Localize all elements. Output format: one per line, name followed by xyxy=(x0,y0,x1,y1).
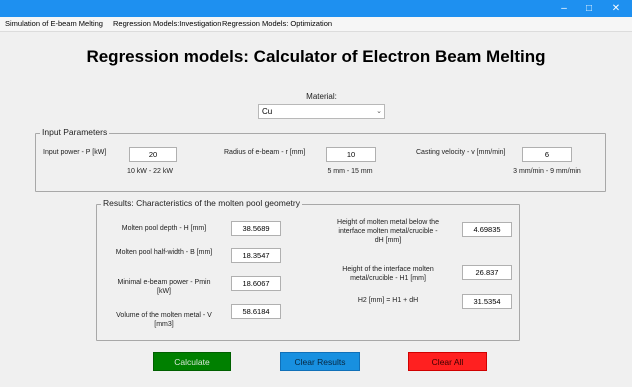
radius-label: Radius of e-beam - r [mm] xyxy=(224,149,306,156)
halfwidth-value: 18.3547 xyxy=(231,248,281,263)
dh-label-line2: interface molten metal/crucible - xyxy=(338,228,438,235)
volume-label-line1: Volume of the molten metal - V xyxy=(116,312,212,319)
close-button[interactable]: ✕ xyxy=(604,1,628,16)
input-parameters-title: Input Parameters xyxy=(40,127,110,137)
dh-value: 4.69835 xyxy=(462,222,512,237)
h1-label-line2: metal/crucible - H1 [mm] xyxy=(350,275,426,282)
maximize-icon: □ xyxy=(585,3,593,14)
radius-field[interactable]: 10 xyxy=(326,147,376,162)
halfwidth-label: Molten pool half-width - B [mm] xyxy=(115,249,213,256)
title-bar: – □ ✕ xyxy=(0,0,632,17)
menu-regression-optimization[interactable]: Regression Models: Optimization xyxy=(222,19,332,28)
minimize-button[interactable]: – xyxy=(552,1,576,16)
maximize-button[interactable]: □ xyxy=(577,1,601,16)
clear-results-button[interactable]: Clear Results xyxy=(280,352,360,371)
menu-bar: Simulation of E-beam Melting Regression … xyxy=(0,17,632,32)
clear-all-button[interactable]: Clear All xyxy=(408,352,487,371)
h2-value: 31.5354 xyxy=(462,294,512,309)
velocity-label: Casting velocity - v [mm/min] xyxy=(416,149,506,156)
volume-value: 58.6184 xyxy=(231,304,281,319)
close-icon: ✕ xyxy=(611,3,621,14)
dh-label-line1: Height of molten metal below the xyxy=(337,219,439,226)
depth-value: 38.5689 xyxy=(231,221,281,236)
h2-label: H2 [mm] = H1 + dH xyxy=(357,297,419,304)
velocity-field[interactable]: 6 xyxy=(522,147,572,162)
input-parameters-panel xyxy=(35,133,606,192)
input-power-range: 10 kW - 22 kW xyxy=(127,168,173,175)
input-power-field[interactable]: 20 xyxy=(129,147,177,162)
menu-simulation[interactable]: Simulation of E-beam Melting xyxy=(5,19,103,28)
input-power-label: Input power - P [kW] xyxy=(43,149,107,156)
dh-label-line3: dH [mm] xyxy=(374,237,402,244)
h1-label-line1: Height of the interface molten xyxy=(342,266,434,273)
velocity-range: 3 mm/min - 9 mm/min xyxy=(513,168,581,175)
h1-value: 26.837 xyxy=(462,265,512,280)
volume-label-line2: [mm3] xyxy=(154,321,174,328)
material-select[interactable]: Cu ⌄ xyxy=(258,104,385,119)
material-label: Material: xyxy=(306,92,337,101)
radius-range: 5 mm - 15 mm xyxy=(327,168,373,175)
page-title: Regression models: Calculator of Electro… xyxy=(86,47,546,66)
pmin-label-line1: Minimal e-beam power - Pmin xyxy=(117,279,211,286)
minimize-icon: – xyxy=(561,3,567,14)
material-selected-value: Cu xyxy=(262,107,273,116)
results-title: Results: Characteristics of the molten p… xyxy=(101,198,303,208)
pmin-value: 18.6067 xyxy=(231,276,281,291)
depth-label: Molten pool depth - H [mm] xyxy=(121,225,207,232)
pmin-label-line2: [kW] xyxy=(157,288,171,295)
calculate-button[interactable]: Calculate xyxy=(153,352,231,371)
chevron-down-icon: ⌄ xyxy=(376,108,382,115)
menu-regression-investigation[interactable]: Regression Models:Investigation xyxy=(113,19,221,28)
